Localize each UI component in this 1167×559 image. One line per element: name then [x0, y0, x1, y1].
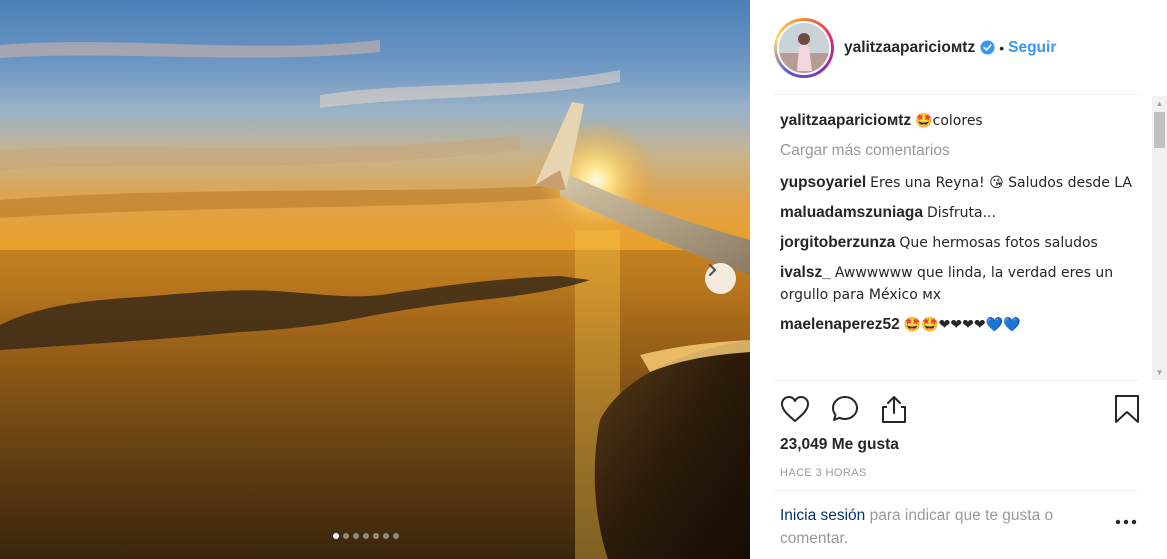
- carousel-dot: [363, 533, 369, 539]
- caption-username[interactable]: yalitzaaparicioмtz: [780, 112, 911, 129]
- scroll-thumb[interactable]: [1154, 112, 1165, 148]
- carousel-next-button[interactable]: [705, 263, 736, 294]
- like-button[interactable]: [778, 392, 812, 426]
- comments-scrollbar[interactable]: ▲ ▼: [1152, 96, 1167, 380]
- actions-divider: [774, 380, 1139, 381]
- comment-username[interactable]: maelenaperez52: [780, 316, 900, 333]
- avatar-story-ring[interactable]: [774, 17, 834, 78]
- login-link[interactable]: Inicia sesión: [780, 507, 865, 524]
- heart-icon: [781, 396, 809, 422]
- scroll-up-arrow-icon[interactable]: ▲: [1152, 96, 1167, 111]
- comment-row: ivalsz_ Awwwwww que linda, la verdad eres…: [780, 262, 1150, 306]
- carousel-dots: [333, 533, 399, 539]
- carousel-dot: [333, 533, 339, 539]
- login-prompt: Inicia sesión para indicar que te gusta …: [780, 504, 1100, 550]
- comment-text: 🤩🤩❤❤❤❤💙💙: [903, 317, 1021, 333]
- save-button[interactable]: [1110, 392, 1144, 426]
- comment-bubble-icon: [832, 396, 858, 421]
- comment-username[interactable]: yupsoyariel: [780, 174, 866, 191]
- post-actions: [778, 392, 1139, 428]
- sunset-airplane-wing-image: [0, 40, 750, 559]
- comment-username[interactable]: maluadamszuniaga: [780, 204, 923, 221]
- post-timestamp[interactable]: HACE 3 HORAS: [780, 467, 867, 479]
- likes-count[interactable]: 23,049 Me gusta: [780, 436, 899, 454]
- post-side-panel: yalitzaaparicioмtz • Seguir yalitzaapari…: [750, 0, 1167, 559]
- ellipsis-icon: [1115, 519, 1137, 525]
- carousel-dot: [343, 533, 349, 539]
- comment-text: Que hermosas fotos saludos: [899, 235, 1098, 251]
- comment-row: yupsoyariel Eres una Reyna! 😘 Saludos des…: [780, 172, 1150, 194]
- avatar: [777, 20, 831, 75]
- carousel-dot: [393, 533, 399, 539]
- header-username[interactable]: yalitzaaparicioмtz: [844, 39, 975, 57]
- post-header: yalitzaaparicioмtz • Seguir: [750, 0, 1167, 95]
- share-button[interactable]: [877, 392, 911, 426]
- scroll-down-arrow-icon[interactable]: ▼: [1152, 365, 1167, 380]
- comment-text: Eres una Reyna! 😘 Saludos desde LA: [870, 175, 1133, 191]
- carousel-dot: [373, 533, 379, 539]
- comments-list[interactable]: yalitzaaparicioмtz 🤩colores Cargar más co…: [780, 110, 1150, 380]
- header-divider: [774, 94, 1139, 95]
- follow-button[interactable]: Seguir: [1008, 39, 1056, 57]
- caption-text: 🤩colores: [915, 113, 983, 129]
- comment-text: Disfruta...: [927, 205, 996, 221]
- post-photo: [0, 0, 750, 559]
- caption: yalitzaaparicioмtz 🤩colores: [780, 110, 1150, 132]
- comment-username[interactable]: jorgitoberzunza: [780, 234, 895, 251]
- load-more-comments-button[interactable]: Cargar más comentarios: [780, 140, 1150, 162]
- bookmark-icon: [1115, 395, 1139, 423]
- carousel-dot: [353, 533, 359, 539]
- comment-row: maluadamszuniaga Disfruta...: [780, 202, 1150, 224]
- comment-row: jorgitoberzunza Que hermosas fotos saludo…: [780, 232, 1150, 254]
- chevron-right-icon: [708, 263, 717, 277]
- comment-username[interactable]: ivalsz_: [780, 264, 831, 281]
- bottom-divider: [774, 490, 1139, 491]
- comment-row: maelenaperez52 🤩🤩❤❤❤❤💙💙: [780, 314, 1150, 336]
- carousel-dot: [383, 533, 389, 539]
- more-options-button[interactable]: [1114, 512, 1138, 532]
- comment-button[interactable]: [828, 392, 862, 426]
- verified-badge-icon: [980, 40, 995, 55]
- avatar-person-image: [779, 22, 829, 73]
- header-separator: •: [999, 39, 1005, 56]
- share-icon: [882, 396, 906, 423]
